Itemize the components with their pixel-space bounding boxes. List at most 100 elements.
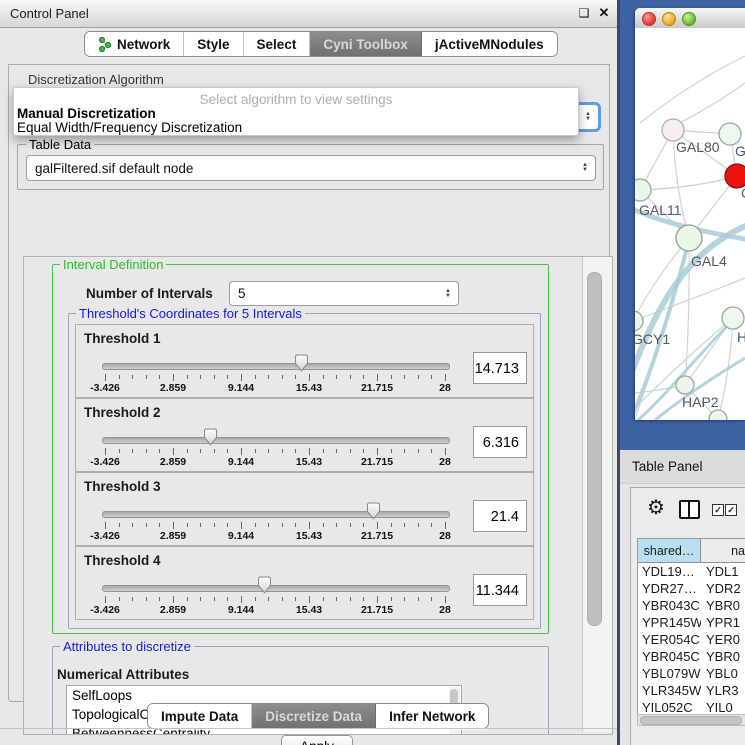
tab-label: Discretize Data	[265, 709, 362, 724]
slider-track[interactable]	[102, 511, 450, 518]
threshold-value-field[interactable]: 11.344	[473, 574, 527, 606]
checkbox-icon[interactable]: ✓	[712, 504, 724, 516]
tab-cyni-toolbox[interactable]: Cyni Toolbox	[310, 32, 422, 56]
table-data-group: Table Data galFiltered.sif default node …	[17, 144, 604, 190]
cell-shared-name: YDR27…	[638, 580, 701, 597]
threshold-value-field[interactable]: 6.316	[473, 426, 527, 458]
tab-jactivemnodules[interactable]: jActiveMNodules	[422, 32, 557, 56]
cell-shared-name: YPR145W	[638, 614, 701, 631]
threshold-value-field[interactable]: 14.713	[473, 352, 527, 384]
slider-ticks	[105, 596, 445, 604]
slider-track[interactable]	[102, 437, 450, 444]
table-header-row: shared… na	[638, 539, 745, 563]
spinner-arrows-icon: ▲▼	[445, 289, 451, 299]
zoom-traffic-light-icon[interactable]	[682, 12, 696, 26]
table-row[interactable]: YPR145WYPR1	[638, 614, 745, 631]
table-row[interactable]: YIL052CYIL0	[638, 699, 745, 715]
slider-tick-labels: -3.4262.8599.14415.4321.71528	[105, 382, 445, 394]
apply-button[interactable]: Apply	[281, 735, 353, 745]
algorithm-option-equal-width[interactable]: Equal Width/Frequency Discretization	[17, 120, 567, 135]
tab-select[interactable]: Select	[244, 32, 311, 56]
tab-infer-network[interactable]: Infer Network	[376, 704, 488, 728]
network-node[interactable]	[676, 225, 702, 251]
cell-name: YER0	[701, 631, 745, 648]
minimize-traffic-light-icon[interactable]	[662, 12, 676, 26]
network-node[interactable]	[662, 119, 684, 141]
table-header-shared[interactable]: shared…	[638, 539, 701, 562]
network-node[interactable]	[719, 123, 741, 145]
tab-label: jActiveMNodules	[435, 37, 544, 52]
tab-label: Cyni Toolbox	[323, 37, 408, 52]
cyni-toolbox-content: Discretization Algorithm ▲▼ Table Data g…	[8, 64, 610, 702]
network-node[interactable]	[722, 307, 744, 329]
close-window-icon[interactable]: ✕	[596, 5, 612, 21]
threshold-label: Threshold 2	[84, 405, 161, 420]
node-table: shared… na YDL19…YDL1YDR27…YDR2YBR043CYB…	[637, 538, 745, 715]
table-data-combobox[interactable]: galFiltered.sif default node ▲▼	[26, 155, 596, 181]
attributes-group-title: Attributes to discretize	[60, 640, 194, 653]
network-node[interactable]	[709, 410, 727, 420]
table-row[interactable]: YLR345WYLR3	[638, 682, 745, 699]
split-columns-icon[interactable]	[679, 500, 700, 519]
tab-network[interactable]: Network	[85, 32, 184, 56]
table-row[interactable]: YBR043CYBR0	[638, 597, 745, 614]
slider-thumb[interactable]	[203, 428, 218, 446]
cell-name: YPR1	[701, 614, 745, 631]
network-node[interactable]	[635, 179, 651, 201]
network-canvas[interactable]: GAL80GACGAL11GAL4GCY1HHAP2	[635, 28, 745, 420]
table-row[interactable]: YER054CYER0	[638, 631, 745, 648]
network-node[interactable]	[635, 311, 643, 331]
slider-thumb[interactable]	[294, 354, 309, 372]
tab-style[interactable]: Style	[184, 32, 243, 56]
slider-track[interactable]	[102, 363, 450, 370]
algorithm-hint: Select algorithm to view settings	[14, 92, 578, 107]
slider-ticks	[105, 374, 445, 382]
algorithm-option-manual[interactable]: Manual Discretization	[17, 106, 567, 121]
numerical-attributes-label: Numerical Attributes	[57, 667, 189, 682]
combo-arrows-icon: ▲▼	[582, 163, 588, 173]
float-window-icon[interactable]: ❑	[576, 5, 592, 21]
network-node[interactable]	[676, 376, 694, 394]
threshold-2-panel: Threshold 2-3.4262.8599.14415.4321.71528…	[75, 398, 534, 472]
network-node-label: H	[737, 329, 745, 345]
discretization-algorithm-group-title: Discretization Algorithm	[25, 73, 167, 86]
slider-thumb[interactable]	[366, 502, 381, 520]
slider-tick-labels: -3.4262.8599.14415.4321.71528	[105, 604, 445, 616]
cell-shared-name: YBL079W	[638, 665, 701, 682]
table-row[interactable]: YDL19…YDL1	[638, 563, 745, 580]
table-data-group-title: Table Data	[26, 138, 94, 151]
table-header-name[interactable]: na	[701, 539, 745, 562]
number-of-intervals-spinner[interactable]: 5 ▲▼	[229, 281, 459, 306]
table-data-selected-value: galFiltered.sif default node	[35, 161, 193, 176]
close-traffic-light-icon[interactable]	[642, 12, 656, 26]
network-node-label: GAL11	[639, 202, 682, 218]
tab-discretize-data[interactable]: Discretize Data	[252, 704, 376, 728]
bottom-tabbar: Impute Data Discretize Data Infer Networ…	[147, 703, 489, 729]
checkbox-icon[interactable]: ✓	[725, 504, 737, 516]
cell-name: YLR3	[701, 682, 745, 699]
network-node-label: HAP2	[682, 394, 719, 410]
vertical-scrollbar[interactable]	[582, 257, 612, 732]
network-graph: GAL80GACGAL11GAL4GCY1HHAP2	[635, 28, 745, 420]
table-row[interactable]: YBR045CYBR0	[638, 648, 745, 665]
slider-thumb[interactable]	[257, 576, 272, 594]
cell-shared-name: YIL052C	[638, 699, 701, 715]
tab-impute-data[interactable]: Impute Data	[148, 704, 252, 728]
gear-icon[interactable]: ⚙	[647, 498, 665, 518]
tab-label: Infer Network	[389, 709, 475, 724]
table-row[interactable]: YDR27…YDR2	[638, 580, 745, 597]
control-panel-tabbar: Network Style Select Cyni Toolbox jActiv…	[84, 31, 558, 57]
cell-shared-name: YDL19…	[638, 563, 701, 580]
network-window: GAL80GACGAL11GAL4GCY1HHAP2	[635, 8, 745, 420]
threshold-3-panel: Threshold 3-3.4262.8599.14415.4321.71528…	[75, 472, 534, 546]
cell-name: YBL0	[701, 665, 745, 682]
table-row[interactable]: YBL079WYBL0	[638, 665, 745, 682]
slider-track[interactable]	[102, 585, 450, 592]
window-bottom-edge	[0, 728, 617, 729]
threshold-label: Threshold 4	[84, 553, 161, 568]
cell-shared-name: YBR045C	[638, 648, 701, 665]
tab-label: Impute Data	[161, 709, 238, 724]
cell-name: YBR0	[701, 597, 745, 614]
threshold-value-field[interactable]: 21.4	[473, 500, 527, 532]
table-horizontal-scrollbar[interactable]	[637, 714, 745, 726]
